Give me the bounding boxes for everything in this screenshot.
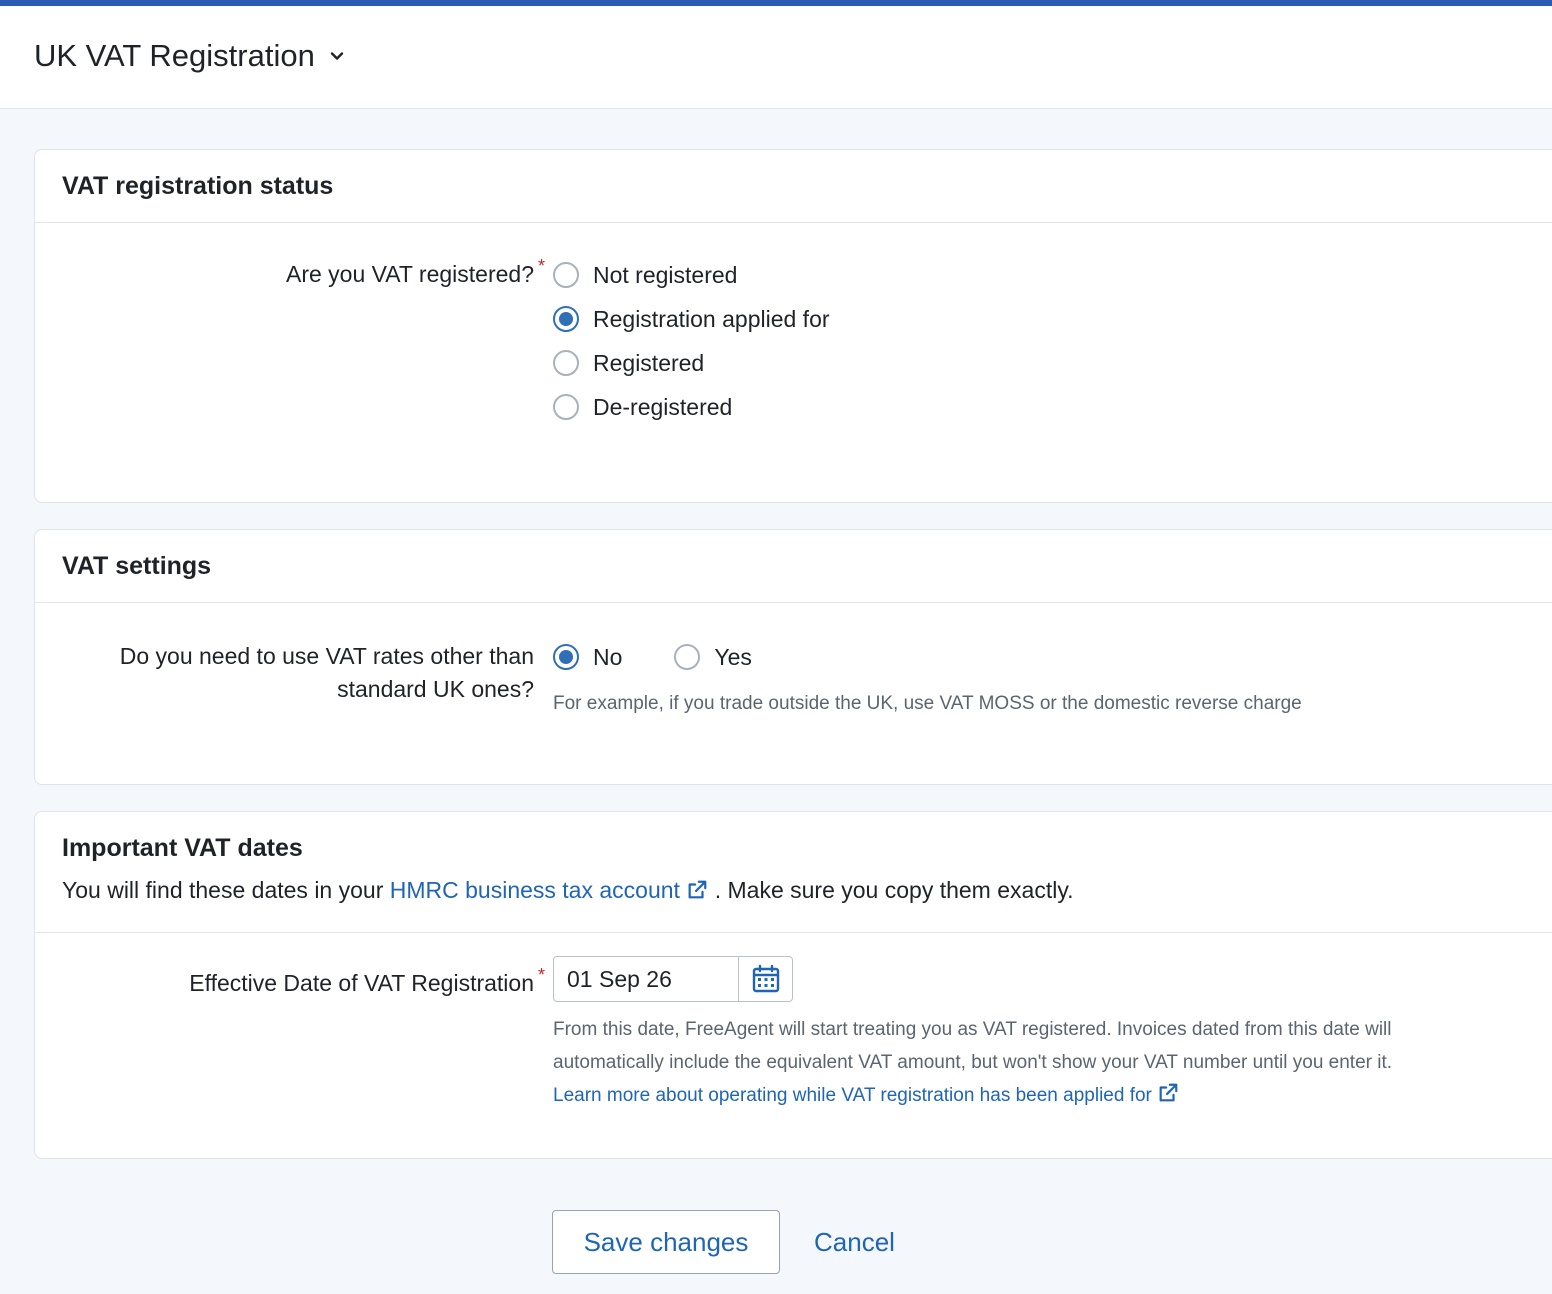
save-changes-button[interactable]: Save changes (552, 1210, 780, 1274)
hmrc-account-link[interactable]: HMRC business tax account (390, 877, 715, 903)
required-marker: * (537, 256, 545, 276)
chevron-down-icon (330, 52, 344, 60)
radio-circle[interactable] (553, 262, 579, 288)
radio-circle[interactable] (553, 394, 579, 420)
external-link-icon (1159, 1083, 1178, 1102)
card-title: VAT registration status (62, 172, 334, 200)
vat-rates-question-label: Do you need to use VAT rates other than … (119, 643, 534, 702)
vat-registration-status-card: VAT registration status Are you VAT regi… (34, 149, 1552, 503)
external-link-icon (688, 880, 707, 899)
vat-rates-radio-group: No Yes (553, 635, 752, 679)
important-vat-dates-card: Important VAT dates You will find these … (34, 811, 1552, 1159)
radio-registered[interactable]: Registered (553, 341, 830, 385)
effective-date-field[interactable] (553, 956, 793, 1002)
radio-no[interactable]: No (553, 635, 622, 679)
required-marker: * (537, 965, 545, 985)
effective-date-help: From this date, FreeAgent will start tre… (553, 1019, 1393, 1106)
vat-settings-card: VAT settings Do you need to use VAT rate… (34, 529, 1552, 785)
card-header: VAT settings (35, 530, 1552, 603)
card-title: VAT settings (62, 552, 212, 580)
radio-circle[interactable] (553, 350, 579, 376)
card-title: Important VAT dates (62, 834, 303, 862)
vat-status-radio-group: Not registered Registration applied for … (553, 253, 830, 429)
page-header: UK VAT Registration (0, 6, 1552, 109)
calendar-button[interactable] (738, 957, 792, 1001)
cancel-button[interactable]: Cancel (814, 1224, 895, 1260)
vat-registered-question-label: Are you VAT registered? * (286, 256, 545, 291)
radio-circle[interactable] (674, 644, 701, 670)
card-header: VAT registration status (35, 150, 1552, 223)
radio-circle-selected[interactable] (553, 306, 579, 332)
radio-not-registered[interactable]: Not registered (553, 253, 830, 297)
page-title: UK VAT Registration (34, 38, 315, 73)
effective-date-input[interactable] (554, 957, 738, 1001)
effective-date-label: Effective Date of VAT Registration * (189, 965, 545, 1000)
vat-rates-hint: For example, if you trade outside the UK… (553, 693, 1302, 714)
radio-circle-selected[interactable] (553, 644, 579, 670)
radio-registration-applied-for[interactable]: Registration applied for (553, 297, 830, 341)
radio-de-registered[interactable]: De-registered (553, 385, 830, 429)
radio-yes[interactable]: Yes (674, 635, 752, 679)
calendar-icon (752, 964, 779, 993)
dates-intro-text: You will find these dates in your HMRC b… (62, 877, 1074, 903)
card-header: Important VAT dates You will find these … (35, 812, 1552, 933)
page-title-dropdown[interactable]: UK VAT Registration (34, 38, 347, 74)
learn-more-link[interactable]: Learn more about operating while VAT reg… (553, 1083, 1179, 1106)
